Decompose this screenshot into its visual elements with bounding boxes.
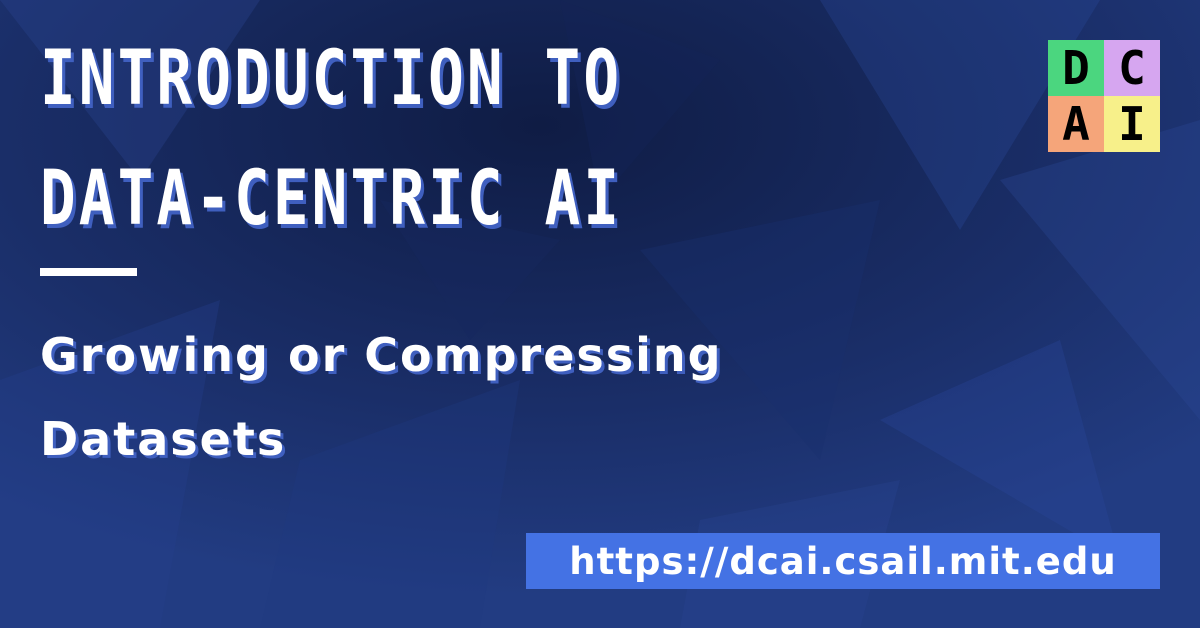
title-line-1: INTRODUCTION TO xyxy=(40,33,623,122)
logo-cell-i: I xyxy=(1104,96,1160,152)
logo-cell-a: A xyxy=(1048,96,1104,152)
url-banner[interactable]: https://dcai.csail.mit.edu xyxy=(526,533,1160,589)
logo-cell-d: D xyxy=(1048,40,1104,96)
url-text[interactable]: https://dcai.csail.mit.edu xyxy=(569,540,1116,583)
subtitle-line-2: Datasets xyxy=(40,412,287,466)
title-line-2: DATA-CENTRIC AI xyxy=(40,153,623,242)
logo-cell-c: C xyxy=(1104,40,1160,96)
dcai-logo: D C A I xyxy=(1048,40,1160,152)
subtitle-line-1: Growing or Compressing xyxy=(40,328,723,382)
title-divider xyxy=(40,268,137,276)
